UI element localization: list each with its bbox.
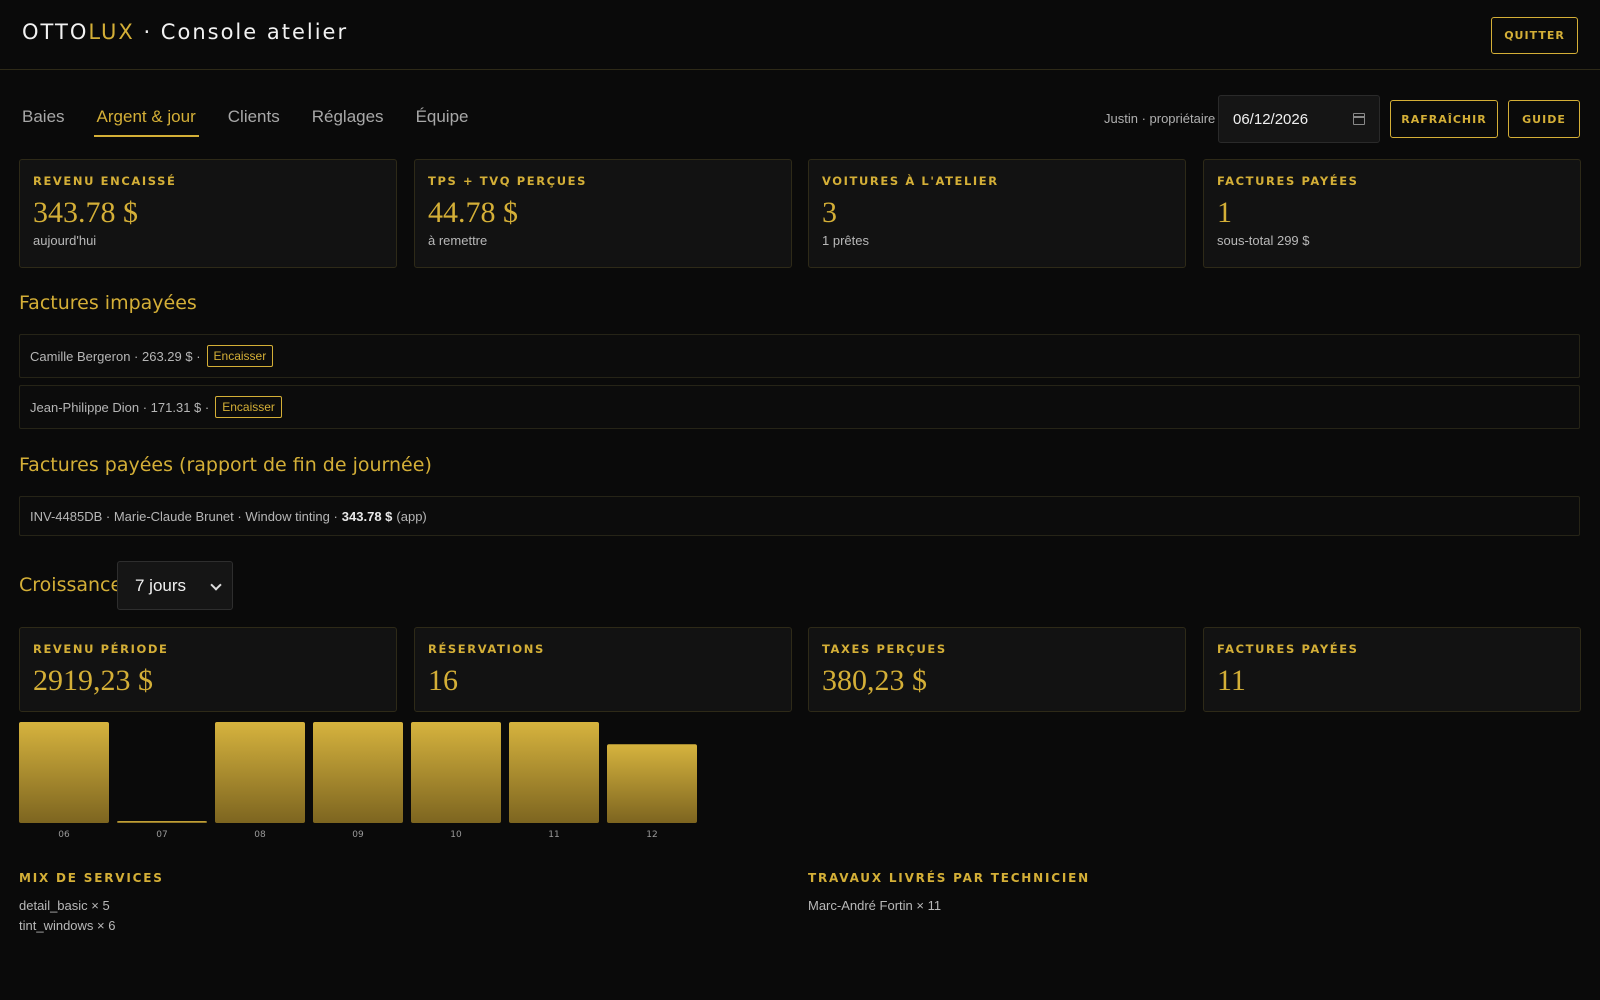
chart-tick-label: 06 — [58, 830, 70, 840]
stat-label: FACTURES PAYÉES — [1217, 174, 1359, 188]
paid-row: INV-4485DB · Marie-Claude Brunet · Windo… — [19, 496, 1580, 536]
stat-card-cars: VOITURES À L'ATELIER 3 1 prêtes — [808, 159, 1186, 268]
tech-jobs-item: Marc-André Fortin × 11 — [808, 898, 942, 913]
guide-button[interactable]: GUIDE — [1508, 100, 1580, 138]
growth-card-bookings: RÉSERVATIONS 16 — [414, 627, 792, 712]
unpaid-row-text: Jean-Philippe Dion · 171.31 $ · — [30, 399, 210, 415]
paid-row-prefix: INV-4485DB · Marie-Claude Brunet · Windo… — [30, 508, 338, 524]
tab-reglages[interactable]: Réglages — [312, 105, 384, 137]
top-bar: OTTOLUX · Console atelier QUITTER — [0, 0, 1600, 70]
chart-tick-label: 07 — [156, 830, 167, 840]
chart-bar-08 — [215, 722, 305, 823]
unpaid-row: Jean-Philippe Dion · 171.31 $ · Encaisse… — [19, 385, 1580, 429]
unpaid-title: Factures impayées — [19, 292, 197, 314]
stat-label: TPS + TVQ PERÇUES — [428, 174, 587, 188]
collect-button[interactable]: Encaisser — [206, 345, 274, 367]
stat-sub: 1 prêtes — [822, 233, 869, 248]
growth-card-taxes: TAXES PERÇUES 380,23 $ — [808, 627, 1186, 712]
brand-logo: OTTOLUX · Console atelier — [22, 20, 348, 44]
chevron-down-icon — [210, 579, 222, 591]
stat-label: FACTURES PAYÉES — [1217, 642, 1359, 656]
refresh-button[interactable]: RAFRAÎCHIR — [1390, 100, 1498, 138]
stat-sub: à remettre — [428, 233, 488, 248]
quit-button[interactable]: QUITTER — [1491, 17, 1578, 54]
stat-card-paid-invoices: FACTURES PAYÉES 1 sous-total 299 $ — [1203, 159, 1581, 268]
chart-bar-10 — [411, 722, 501, 823]
stat-value: 343.78 $ — [33, 196, 138, 229]
paid-row-amount: 343.78 $ — [341, 508, 393, 524]
chart-tick-label: 10 — [450, 830, 462, 840]
chart-bar-06 — [19, 722, 109, 823]
chart-tick-label: 08 — [254, 830, 266, 840]
growth-title: Croissance — [19, 574, 123, 596]
service-mix-item: tint_windows × 6 — [19, 918, 116, 933]
stat-value: 11 — [1217, 664, 1246, 697]
stat-value: 44.78 $ — [428, 196, 518, 229]
chart-tick-label: 09 — [352, 830, 364, 840]
chart-tick-label: 11 — [548, 830, 559, 840]
chart-bar-12 — [607, 744, 697, 823]
unpaid-row-text: Camille Bergeron · 263.29 $ · — [30, 348, 201, 364]
period-selected: 7 jours — [135, 575, 187, 595]
revenue-bar-chart: 06 07 08 09 10 11 12 — [19, 722, 697, 840]
stat-value: 2919,23 $ — [33, 664, 153, 697]
chart-bar-09 — [313, 722, 403, 823]
growth-card-revenue: REVENU PÉRIODE 2919,23 $ — [19, 627, 397, 712]
brand-lux: LUX — [88, 20, 135, 44]
calendar-icon[interactable] — [1353, 113, 1365, 125]
tab-clients[interactable]: Clients — [228, 105, 280, 137]
stat-card-revenue: REVENU ENCAISSÉ 343.78 $ aujourd'hui — [19, 159, 397, 268]
stat-value: 1 — [1217, 196, 1232, 229]
collect-button[interactable]: Encaisser — [215, 396, 282, 418]
stat-value: 3 — [822, 196, 837, 229]
tab-argent-jour[interactable]: Argent & jour — [93, 105, 200, 137]
stat-label: RÉSERVATIONS — [428, 642, 545, 656]
tab-baies[interactable]: Baies — [22, 105, 65, 137]
main-tabs: Baies Argent & jour Clients Réglages Équ… — [22, 105, 501, 137]
service-mix-label: MIX DE SERVICES — [19, 871, 164, 885]
stat-sub: sous-total 299 $ — [1217, 233, 1310, 248]
stat-label: REVENU ENCAISSÉ — [33, 174, 177, 188]
stat-sub: aujourd'hui — [33, 233, 97, 248]
stat-value: 380,23 $ — [822, 664, 927, 697]
chart-bar-11 — [509, 722, 599, 823]
stat-label: REVENU PÉRIODE — [33, 642, 169, 656]
growth-card-paid: FACTURES PAYÉES 11 — [1203, 627, 1581, 712]
tab-equipe[interactable]: Équipe — [416, 105, 469, 137]
chart-tick-label: 12 — [646, 830, 657, 840]
paid-title: Factures payées (rapport de fin de journ… — [19, 454, 432, 476]
service-mix-item: detail_basic × 5 — [19, 898, 110, 913]
date-value: 06/12/2026 — [1233, 110, 1309, 128]
stat-label: TAXES PERÇUES — [822, 642, 947, 656]
date-field[interactable]: 06/12/2026 — [1218, 95, 1380, 143]
current-user: Justin · propriétaire — [1104, 111, 1216, 126]
stat-value: 16 — [428, 664, 458, 697]
brand-subtitle: · Console atelier — [134, 20, 349, 44]
chart-bar-07 — [117, 820, 207, 823]
unpaid-row: Camille Bergeron · 263.29 $ · Encaisser — [19, 334, 1580, 378]
period-select[interactable]: 7 jours — [117, 561, 233, 610]
stat-card-taxes: TPS + TVQ PERÇUES 44.78 $ à remettre — [414, 159, 792, 268]
stat-label: VOITURES À L'ATELIER — [822, 174, 999, 188]
tech-jobs-label: TRAVAUX LIVRÉS PAR TECHNICIEN — [808, 871, 1090, 885]
brand-otto: OTTO — [22, 20, 89, 44]
paid-row-suffix: (app) — [396, 508, 427, 524]
